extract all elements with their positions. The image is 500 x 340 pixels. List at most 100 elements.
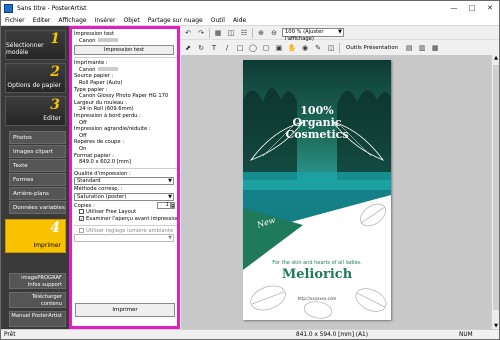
step-edit[interactable]: 3 Editer	[5, 96, 66, 126]
free-layout-row: Utiliser Free Layout	[74, 209, 177, 216]
divider	[339, 42, 340, 53]
poster-brand: Meliorich	[281, 267, 353, 282]
redo-icon[interactable]: ↷	[196, 28, 206, 38]
chevron-down-icon: ▼	[168, 178, 172, 185]
printer-label: Imprimante :	[74, 60, 108, 67]
sidebar-item-clipart[interactable]: Images clipart	[9, 145, 66, 158]
copies-label: Copies :	[74, 202, 95, 209]
enlarge-label: Impression agrandie/réduite :	[74, 126, 151, 133]
manual-button[interactable]: Manuel PosterArtist	[9, 311, 66, 327]
sidebar-item-backgrounds[interactable]: Arrière-plans	[9, 187, 66, 200]
workflow-sidebar: 1 Sélectionner modèle 2 Options de papie…	[1, 26, 69, 329]
ambient-light-select[interactable]: ▼	[74, 234, 174, 243]
presentation-icon-1[interactable]: ▤	[404, 43, 414, 53]
print-quality-select[interactable]: Standard ▼	[74, 177, 174, 186]
scrollbar-thumb[interactable]	[493, 65, 499, 310]
image-tool-icon[interactable]: ▣	[274, 43, 284, 53]
grid-icon[interactable]: ☷	[239, 28, 249, 38]
hand-tool-icon[interactable]: ✋	[287, 43, 297, 53]
rounded-rect-tool-icon[interactable]: ▢	[261, 43, 271, 53]
drawing-toolbar: ⬈ ↻ T ∕ □ ◯ ▢ ▣ ✋ ◉ ✎ ◫ Outils Présentat…	[181, 41, 499, 54]
presentation-icon-3[interactable]: ▦	[430, 43, 440, 53]
arrange-icon[interactable]: ◫	[226, 28, 236, 38]
main-toolbar: ↶ ↷ ▦ ◫ ☷ ⊕ ⊖ 100 % (Ajuster l'affichage…	[181, 26, 499, 42]
test-print-button[interactable]: Impression test	[74, 45, 174, 56]
pen-tool-icon[interactable]: ✎	[313, 43, 323, 53]
matching-method-select[interactable]: Saturation (poster) ▼	[74, 192, 174, 201]
app-logo-icon	[4, 3, 13, 13]
presentation-icon-2[interactable]: ▥	[417, 43, 427, 53]
spin-arrows-icon[interactable]: ▲ ▼	[170, 201, 175, 209]
menu-object[interactable]: Objet	[123, 17, 139, 24]
step-paper-options[interactable]: 2 Options de papier	[5, 63, 66, 93]
print-settings-panel: Impression test Canon Impression test Im…	[69, 26, 180, 329]
rectangle-tool-icon[interactable]: □	[235, 43, 245, 53]
menu-cloud-share[interactable]: Partage sur nuage	[148, 17, 203, 24]
num-lock-indicator: NUM	[459, 332, 473, 338]
presentation-tools-button[interactable]: Outils Présentation	[343, 45, 401, 51]
roll-width-label: Largeur du rouleau :	[74, 99, 127, 106]
menu-tool[interactable]: Outil	[211, 17, 225, 24]
paper-format-value: 849.0 x 602.0 [mm]	[79, 159, 131, 166]
paper-source-label: Source papier :	[74, 73, 114, 80]
divider	[74, 57, 177, 59]
layers-icon[interactable]: ◫	[326, 43, 336, 53]
rotate-icon[interactable]: ↻	[196, 43, 206, 53]
divider	[209, 27, 210, 38]
ellipse-tool-icon[interactable]: ◯	[248, 43, 258, 53]
poster-preview[interactable]: 100% Organic Cosmetics New For the skin …	[243, 60, 391, 320]
vertical-scrollbar[interactable]: ▲ ▼	[491, 55, 499, 329]
sidebar-item-variable-data[interactable]: Données variables	[9, 201, 66, 214]
borderless-label: Impression à bord perdu :	[74, 112, 141, 119]
paper-type-label: Type papier :	[74, 86, 108, 93]
close-icon[interactable]: ✕	[483, 3, 497, 13]
sidebar-item-text[interactable]: Texte	[9, 159, 66, 172]
crop-marks-value: On	[79, 145, 87, 152]
text-tool-icon[interactable]: T	[209, 43, 219, 53]
sidebar-item-shapes[interactable]: Formes	[9, 173, 66, 186]
ambient-light-checkbox[interactable]	[79, 227, 84, 233]
maximize-icon[interactable]: □	[465, 3, 479, 13]
copies-stepper[interactable]: 1	[156, 201, 171, 209]
menu-edit[interactable]: Editer	[33, 17, 51, 24]
paper-size-indicator: 841.0 x 594.0 [mm] (A1)	[296, 332, 368, 338]
paper-source-value: Roll Paper (Auto)	[79, 79, 123, 86]
menu-help[interactable]: Aide	[233, 17, 246, 24]
select-arrow-icon[interactable]: ⬈	[183, 43, 193, 53]
palette-icon[interactable]: ◉	[300, 43, 310, 53]
printer-value: Canon	[74, 67, 177, 74]
status-text: Prêt	[4, 332, 16, 338]
line-tool-icon[interactable]: ∕	[222, 43, 232, 53]
step-print[interactable]: 4 Imprimer	[5, 219, 66, 253]
title-bar: Sans titre - PosterArtist — □ ✕	[1, 1, 499, 15]
menu-file[interactable]: Fichier	[5, 17, 25, 24]
minimize-icon[interactable]: —	[447, 3, 461, 13]
step-select-template[interactable]: 1 Sélectionner modèle	[5, 30, 66, 60]
zoom-select[interactable]: 100 % (Ajuster l'affichage) ▼	[282, 28, 344, 42]
matching-method-label: Méthode corresp. :	[74, 186, 123, 193]
download-content-button[interactable]: Télécharger contenu	[9, 292, 66, 308]
free-layout-checkbox[interactable]	[79, 209, 84, 215]
zoom-out-icon[interactable]: ⊖	[269, 28, 279, 38]
media-info-button[interactable]: imagePROGRAF Infos support	[9, 273, 66, 289]
poster-line2: Cosmetics	[285, 128, 349, 141]
app-window: Sans titre - PosterArtist — □ ✕ Fichier …	[0, 0, 500, 340]
scroll-up-icon[interactable]: ▲	[492, 55, 500, 61]
print-quality-label: Qualité d'impression :	[74, 170, 131, 177]
paper-format-label: Format papier :	[74, 152, 114, 159]
chevron-down-icon: ▼	[168, 235, 172, 242]
menu-insert[interactable]: Insérer	[95, 17, 116, 24]
preview-row: ✓ Examiner l'aperçu avant impression	[79, 216, 180, 223]
print-button[interactable]: Imprimer	[75, 303, 175, 317]
poster-tagline: For the skin and hearts of all ladies.	[272, 260, 362, 266]
sidebar-item-photos[interactable]: Photos	[9, 131, 66, 144]
preview-checkbox[interactable]: ✓	[79, 216, 84, 222]
undo-icon[interactable]: ↶	[183, 28, 193, 38]
zoom-in-icon[interactable]: ⊕	[256, 28, 266, 38]
editing-canvas[interactable]: 100% Organic Cosmetics New For the skin …	[181, 55, 499, 329]
test-printer-name: Canon	[74, 38, 177, 45]
align-icon[interactable]: ▦	[213, 28, 223, 38]
menu-view[interactable]: Affichage	[58, 17, 86, 24]
menu-bar: Fichier Editer Affichage Insérer Objet P…	[1, 15, 499, 26]
ambient-light-row: Utiliser réglage lumière ambiante	[74, 227, 177, 235]
